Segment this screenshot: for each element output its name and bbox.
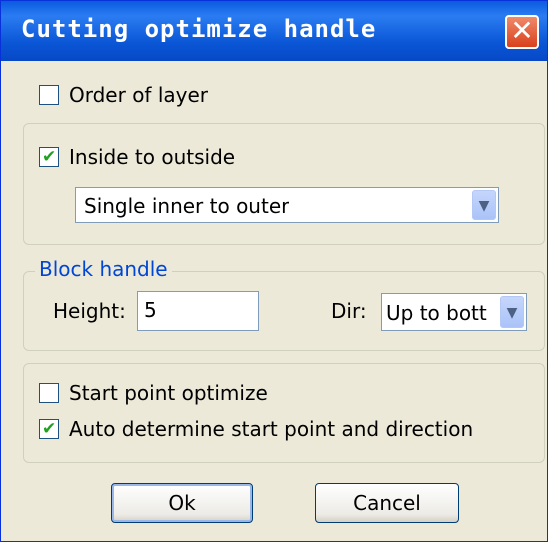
inner-outer-mode-select[interactable]: Single inner to outer ▼ — [75, 187, 499, 223]
select-value: Up to bott — [386, 301, 487, 325]
auto-determine-label: Auto determine start point and direction — [69, 417, 474, 441]
dialog-title: Cutting optimize handle — [21, 15, 377, 43]
dropdown-button[interactable]: ▼ — [472, 190, 496, 220]
close-button[interactable]: ✕ — [505, 15, 539, 49]
height-value: 5 — [144, 298, 157, 322]
check-icon: ✔ — [42, 419, 57, 439]
dropdown-button[interactable]: ▼ — [500, 296, 524, 328]
dialog-window: Cutting optimize handle ✕ Order of layer… — [0, 0, 548, 542]
title-bar[interactable]: Cutting optimize handle ✕ — [1, 1, 547, 61]
height-input[interactable]: 5 — [137, 291, 259, 331]
select-value: Single inner to outer — [84, 194, 290, 218]
start-point-group — [23, 363, 545, 463]
check-icon: ✔ — [42, 147, 57, 167]
ok-button[interactable]: Ok — [111, 483, 253, 523]
direction-select[interactable]: Up to bott ▼ — [381, 293, 527, 331]
order-of-layer-label: Order of layer — [69, 83, 209, 107]
start-point-optimize-label: Start point optimize — [69, 381, 268, 405]
chevron-down-icon: ▼ — [478, 198, 490, 214]
inside-to-outside-label: Inside to outside — [69, 145, 236, 169]
inside-to-outside-checkbox[interactable]: ✔ — [39, 147, 59, 167]
height-label: Height: — [53, 299, 126, 323]
order-of-layer-checkbox[interactable] — [39, 85, 59, 105]
inside-outside-group — [23, 123, 545, 245]
auto-determine-checkbox[interactable]: ✔ — [39, 419, 59, 439]
chevron-down-icon: ▼ — [506, 305, 518, 321]
block-handle-title: Block handle — [35, 257, 172, 281]
close-icon: ✕ — [510, 14, 534, 47]
cancel-button[interactable]: Cancel — [315, 483, 459, 523]
start-point-optimize-checkbox[interactable] — [39, 383, 59, 403]
dir-label: Dir: — [331, 299, 367, 323]
